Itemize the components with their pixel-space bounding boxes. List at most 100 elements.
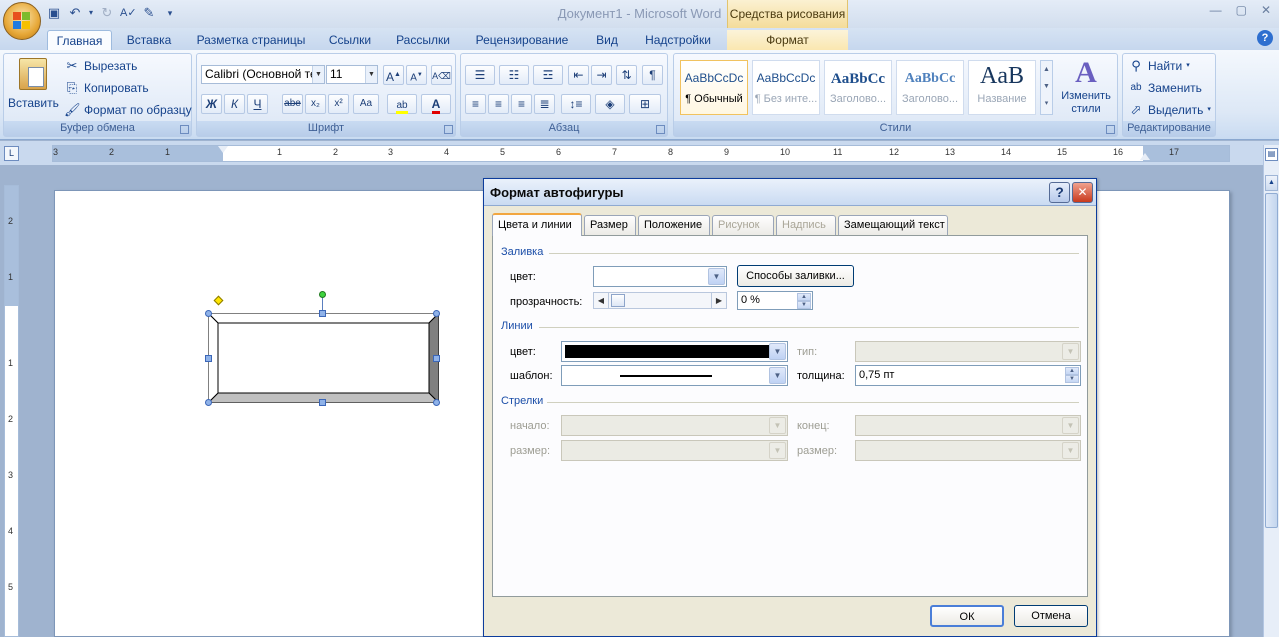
scroll-thumb[interactable]	[1265, 193, 1278, 528]
shrink-font-button[interactable]: A▼	[406, 65, 427, 85]
font-name-combo[interactable]: Calibri (Основной те ▼	[201, 65, 325, 84]
tab-alt-text[interactable]: Замещающий текст	[838, 215, 948, 235]
bevel-autoshape[interactable]	[206, 311, 441, 405]
font-color-button[interactable]: A	[421, 94, 451, 114]
dialog-close-button[interactable]: ✕	[1072, 182, 1093, 203]
borders-button[interactable]: ⊞	[629, 94, 661, 114]
styles-launcher-icon[interactable]	[1106, 125, 1115, 134]
underline-button[interactable]: Ч	[247, 94, 268, 114]
tab-references[interactable]: Ссылки	[320, 30, 380, 50]
subscript-button[interactable]: x₂	[305, 94, 326, 114]
clear-formatting-button[interactable]: A⌫	[431, 65, 452, 85]
styles-gallery-scroll[interactable]: ▲ ▼ ▾	[1040, 60, 1053, 115]
tab-format[interactable]: Формат	[727, 30, 848, 50]
align-left-button[interactable]: ≡	[465, 94, 486, 114]
horizontal-ruler[interactable]: 3 2 1 1 2 3 4 5 6 7 8 9 10 11 12 13 14 1…	[52, 145, 1230, 162]
tab-insert[interactable]: Вставка	[118, 30, 180, 50]
cancel-button[interactable]: Отмена	[1014, 605, 1088, 627]
tab-mailings[interactable]: Рассылки	[388, 30, 458, 50]
change-styles-button[interactable]: A Изменить стили	[1057, 56, 1115, 120]
tab-selector[interactable]: L	[4, 146, 19, 161]
bullets-button[interactable]: ☰	[465, 65, 495, 85]
transparency-input[interactable]: 0 % ▲ ▼	[737, 291, 813, 310]
clipboard-launcher-icon[interactable]	[180, 125, 189, 134]
show-marks-button[interactable]: ¶	[642, 65, 663, 85]
line-spacing-button[interactable]: ↕≡	[561, 94, 591, 114]
paragraph-launcher-icon[interactable]	[656, 125, 665, 134]
sort-button[interactable]: ⇅	[616, 65, 637, 85]
resize-handle[interactable]	[319, 399, 326, 406]
ok-button[interactable]: ОК	[930, 605, 1004, 627]
align-center-button[interactable]: ≡	[488, 94, 509, 114]
scroll-up-icon[interactable]: ▲	[1265, 175, 1278, 191]
replace-button[interactable]: ab Заменить	[1128, 78, 1202, 98]
slider-right-icon[interactable]: ▶	[711, 293, 726, 308]
chevron-down-icon[interactable]: ▼	[365, 66, 377, 83]
tab-review[interactable]: Рецензирование	[466, 30, 578, 50]
slider-left-icon[interactable]: ◀	[594, 293, 609, 308]
font-launcher-icon[interactable]	[444, 125, 453, 134]
resize-handle[interactable]	[433, 310, 440, 317]
change-case-button[interactable]: Aa	[353, 94, 379, 114]
resize-handle[interactable]	[433, 399, 440, 406]
superscript-button[interactable]: x²	[328, 94, 349, 114]
style-no-spacing[interactable]: AaBbCcDc ¶ Без инте...	[752, 60, 820, 115]
style-title[interactable]: AaB Название	[968, 60, 1036, 115]
paste-button[interactable]: Вставить	[8, 56, 59, 116]
multilevel-list-button[interactable]: ☲	[533, 65, 563, 85]
align-right-button[interactable]: ≡	[511, 94, 532, 114]
tab-page-layout[interactable]: Разметка страницы	[190, 30, 312, 50]
dialog-help-button[interactable]: ?	[1049, 182, 1070, 203]
vertical-ruler[interactable]: 2 1 1 2 3 4 5	[4, 185, 19, 637]
bold-button[interactable]: Ж	[201, 94, 222, 114]
indent-marker-icon[interactable]	[218, 146, 228, 153]
minimize-icon[interactable]: —	[1210, 3, 1222, 17]
resize-handle[interactable]	[205, 399, 212, 406]
transparency-spinner[interactable]: ▲ ▼	[797, 293, 811, 310]
decrease-indent-button[interactable]: ⇤	[568, 65, 589, 85]
numbering-button[interactable]: ☷	[499, 65, 529, 85]
office-button[interactable]	[3, 2, 41, 40]
tab-position[interactable]: Положение	[638, 215, 710, 235]
shading-button[interactable]: ◈	[595, 94, 625, 114]
resize-handle[interactable]	[433, 355, 440, 362]
increase-indent-button[interactable]: ⇥	[591, 65, 612, 85]
format-painter-button[interactable]: 🖌 Формат по образцу	[64, 100, 192, 120]
highlight-button[interactable]: ab	[387, 94, 417, 114]
fill-color-select[interactable]: ▼	[593, 266, 727, 287]
cut-button[interactable]: ✂ Вырезать	[64, 56, 138, 76]
resize-handle[interactable]	[205, 310, 212, 317]
font-size-combo[interactable]: 11 ▼	[326, 65, 378, 84]
line-pattern-select[interactable]: ▼	[561, 365, 788, 386]
line-weight-input[interactable]: 0,75 пт ▲ ▼	[855, 365, 1081, 386]
grow-font-button[interactable]: A▲	[383, 65, 404, 85]
ruler-toggle-icon[interactable]: ▤	[1265, 148, 1278, 161]
chevron-down-icon[interactable]: ▼	[769, 367, 786, 384]
italic-button[interactable]: К	[224, 94, 245, 114]
line-weight-spinner[interactable]: ▲ ▼	[1065, 367, 1079, 384]
resize-handle[interactable]	[205, 355, 212, 362]
adjust-handle-icon[interactable]	[213, 295, 224, 306]
style-heading-1[interactable]: AaBbCc Заголово...	[824, 60, 892, 115]
tab-view[interactable]: Вид	[586, 30, 628, 50]
chevron-down-icon[interactable]: ▼	[312, 66, 324, 83]
strikethrough-button[interactable]: abe	[282, 94, 303, 114]
close-window-icon[interactable]: ✕	[1261, 3, 1271, 17]
copy-button[interactable]: ⎘ Копировать	[64, 78, 149, 98]
maximize-icon[interactable]: ▢	[1236, 3, 1247, 17]
style-normal[interactable]: AaBbCcDc ¶ Обычный	[680, 60, 748, 115]
tab-addins[interactable]: Надстройки	[636, 30, 720, 50]
tab-home[interactable]: Главная	[47, 30, 112, 50]
select-button[interactable]: ⬀ Выделить ▾	[1128, 100, 1211, 120]
fill-effects-button[interactable]: Способы заливки...	[737, 265, 854, 287]
right-indent-marker-icon[interactable]	[1140, 153, 1150, 160]
justify-button[interactable]: ≣	[534, 94, 555, 114]
help-icon[interactable]: ?	[1257, 30, 1273, 46]
line-color-select[interactable]: ▼	[561, 341, 788, 362]
rotate-handle-icon[interactable]	[319, 291, 326, 298]
slider-thumb[interactable]	[611, 294, 625, 307]
chevron-down-icon[interactable]: ▼	[708, 268, 725, 285]
tab-size[interactable]: Размер	[584, 215, 636, 235]
resize-handle[interactable]	[319, 310, 326, 317]
vertical-scrollbar[interactable]: ▤ ▲	[1263, 145, 1279, 637]
